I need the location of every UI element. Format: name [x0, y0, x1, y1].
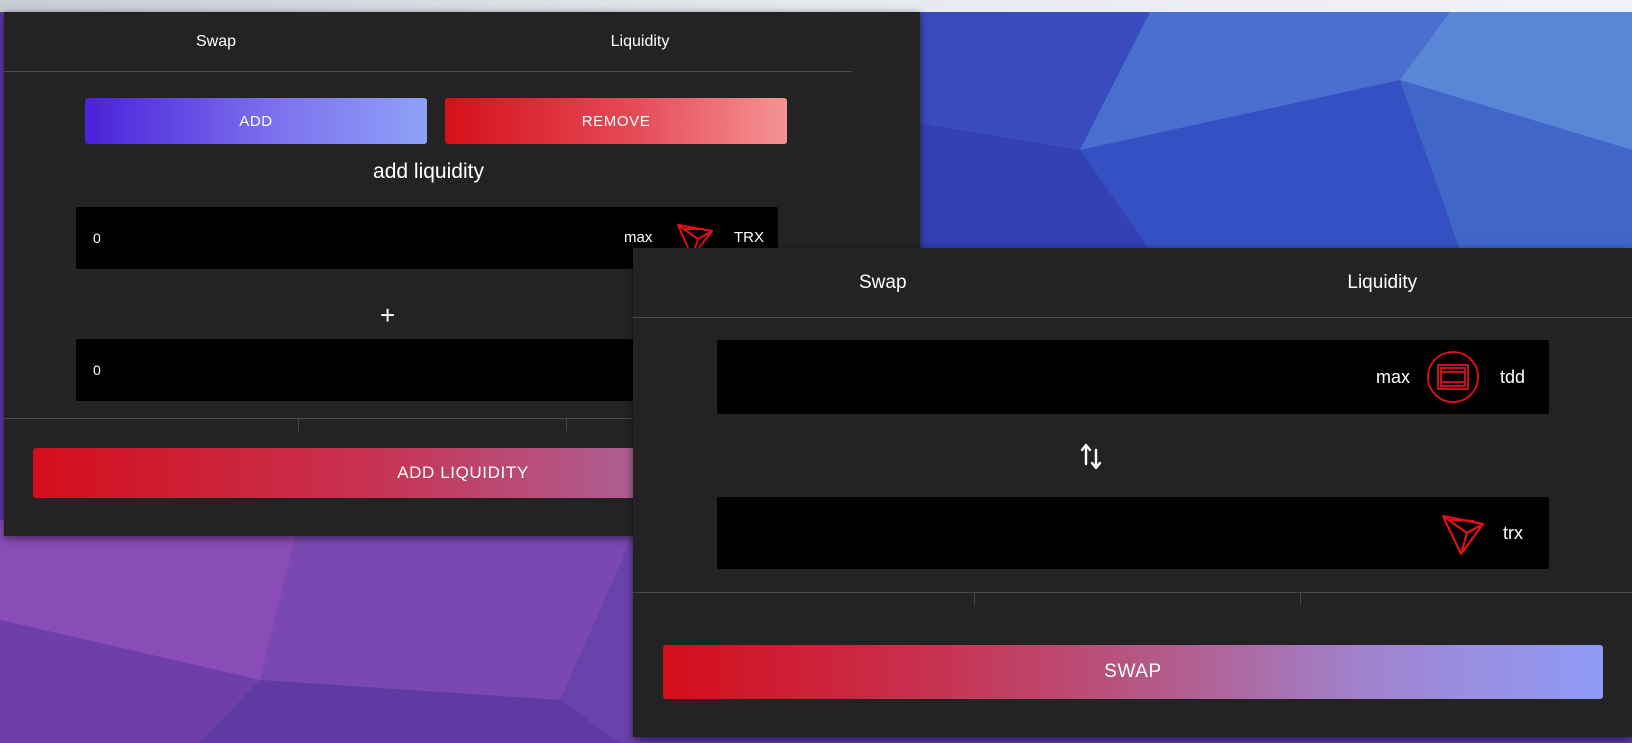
divider-tick [566, 419, 567, 431]
tab-liquidity[interactable]: Liquidity [428, 12, 852, 71]
swap-to-input[interactable]: trx [717, 497, 1549, 569]
max-button[interactable]: max [624, 229, 652, 246]
plus-icon: + [380, 300, 396, 330]
swap-from-symbol: tdd [1500, 367, 1526, 387]
add-liquidity-title: add liquidity [373, 160, 484, 183]
add-button[interactable]: ADD [85, 98, 427, 144]
divider-tick [1300, 593, 1301, 605]
liquidity-panel-tabs: Swap Liquidity [4, 12, 852, 72]
swap-button[interactable]: SWAP [663, 645, 1603, 699]
max-button[interactable]: max [1376, 367, 1410, 388]
divider-tick [298, 419, 299, 431]
tab-liquidity[interactable]: Liquidity [1133, 248, 1632, 317]
swap-from-input[interactable]: max tdd [717, 340, 1549, 414]
token-a-symbol: TRX [734, 229, 764, 246]
window-top-strip [0, 0, 1632, 12]
divider [4, 418, 644, 431]
tron-icon[interactable] [1439, 508, 1489, 558]
swap-to-symbol: trx [1503, 523, 1523, 543]
tdd-token-icon[interactable] [1426, 350, 1480, 404]
token-a-amount[interactable]: 0 [93, 207, 101, 269]
divider-tick [974, 593, 975, 605]
tab-swap[interactable]: Swap [633, 248, 1133, 317]
swap-panel: Swap Liquidity max tdd trx SWAP [633, 248, 1632, 737]
swap-arrows-icon[interactable] [1079, 442, 1103, 470]
tab-swap[interactable]: Swap [4, 12, 428, 71]
token-b-amount[interactable]: 0 [93, 339, 101, 401]
swap-panel-tabs: Swap Liquidity [633, 248, 1632, 318]
divider [633, 592, 1632, 605]
remove-button[interactable]: REMOVE [445, 98, 787, 144]
